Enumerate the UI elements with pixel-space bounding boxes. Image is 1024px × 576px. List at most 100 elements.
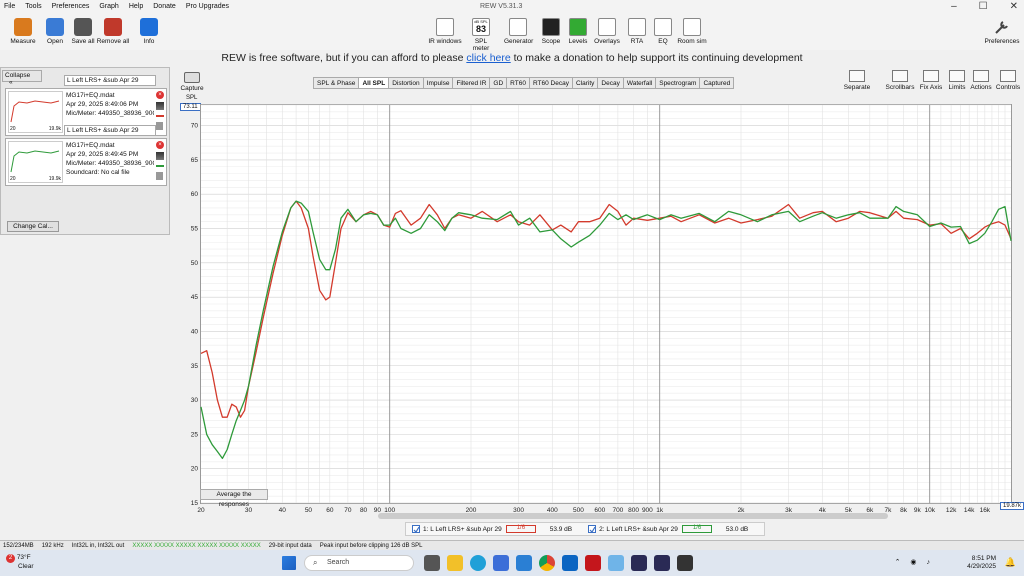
fix-axis-label: Fix Axis bbox=[919, 84, 943, 91]
rta-button[interactable]: RTA bbox=[626, 18, 648, 45]
measurement-file: MG17i+EQ.mdat bbox=[66, 92, 115, 99]
plot-area[interactable] bbox=[200, 104, 1012, 504]
measurement-thumbnail[interactable]: 20 19.9k bbox=[8, 91, 63, 133]
legend-checkbox[interactable] bbox=[588, 525, 597, 533]
measurement-name-field[interactable]: L Left LRS+ &sub Apr 29 bbox=[64, 125, 156, 136]
outlook-icon[interactable] bbox=[562, 555, 578, 571]
donate-link[interactable]: click here bbox=[466, 52, 510, 64]
store-icon[interactable] bbox=[493, 555, 509, 571]
info-button[interactable]: Info bbox=[132, 18, 166, 45]
scrollbars-button[interactable]: Scrollbars bbox=[884, 70, 916, 91]
remove-measurement-icon[interactable]: × bbox=[156, 91, 164, 99]
legend-checkbox[interactable] bbox=[412, 525, 420, 533]
close-icon[interactable]: ✕ bbox=[1010, 1, 1018, 12]
measurement-name-field[interactable]: L Left LRS+ &sub Apr 29 bbox=[64, 75, 156, 86]
system-tray[interactable]: ⌃ ◉ ♪ bbox=[895, 558, 934, 566]
save-all-button[interactable]: Save all bbox=[66, 18, 100, 45]
menu-preferences[interactable]: Preferences bbox=[52, 3, 90, 10]
photos-icon[interactable] bbox=[608, 555, 624, 571]
tab-distortion[interactable]: Distortion bbox=[388, 77, 424, 89]
tab-all-spl[interactable]: All SPL bbox=[358, 77, 390, 89]
notification-bell-icon[interactable]: 🔔 bbox=[1005, 557, 1016, 568]
tab-spl-phase[interactable]: SPL & Phase bbox=[313, 77, 360, 89]
menu-pro-upgrades[interactable]: Pro Upgrades bbox=[186, 3, 229, 10]
eq-button[interactable]: EQ bbox=[654, 18, 672, 45]
weather-widget[interactable]: 2 73°F Clear bbox=[6, 554, 34, 571]
measure-button[interactable]: Measure bbox=[6, 18, 40, 45]
tab-gd[interactable]: GD bbox=[489, 77, 508, 89]
tab-rt60[interactable]: RT60 bbox=[506, 77, 530, 89]
measurement-notes-icon[interactable] bbox=[156, 172, 163, 180]
rew-taskbar-icon[interactable] bbox=[677, 555, 693, 571]
tab-rt60-decay[interactable]: RT60 Decay bbox=[528, 77, 573, 89]
y-top-readout[interactable]: 73.11 bbox=[180, 103, 201, 111]
limits-button[interactable]: Limits bbox=[946, 70, 968, 91]
maximize-icon[interactable]: ☐ bbox=[979, 1, 988, 12]
tab-spectrogram[interactable]: Spectrogram bbox=[655, 77, 701, 89]
task-view-icon[interactable] bbox=[424, 555, 440, 571]
capture-button[interactable]: Capture bbox=[180, 72, 204, 92]
measurement-thumbnail[interactable]: 20 19.9k bbox=[8, 141, 63, 183]
tab-captured[interactable]: Captured bbox=[699, 77, 735, 89]
adobe-icon[interactable] bbox=[585, 555, 601, 571]
measurement-color-icon[interactable] bbox=[156, 115, 164, 117]
legend-smoothing: 1/6 bbox=[692, 525, 702, 531]
edge-icon[interactable] bbox=[470, 555, 486, 571]
menu-file[interactable]: File bbox=[4, 3, 15, 10]
minimize-icon[interactable]: – bbox=[951, 1, 957, 12]
tab-filtered-ir[interactable]: Filtered IR bbox=[452, 77, 491, 89]
measurement-actions: × bbox=[156, 91, 164, 130]
tab-clarity[interactable]: Clarity bbox=[571, 77, 599, 89]
y-tick-label: 55 bbox=[191, 226, 199, 233]
ai-app-icon[interactable] bbox=[631, 555, 647, 571]
menu-bar: File Tools Preferences Graph Help Donate Pro U… bbox=[4, 3, 229, 10]
levels-button[interactable]: Levels bbox=[568, 18, 588, 45]
controls-button[interactable]: Controls bbox=[994, 70, 1022, 91]
menu-donate[interactable]: Donate bbox=[153, 3, 176, 10]
legend-item[interactable]: 2: L Left LRS+ &sub Apr 29 1/6 53.0 dB bbox=[582, 525, 758, 533]
tab-impulse[interactable]: Impulse bbox=[422, 77, 454, 89]
overlays-button[interactable]: Overlays bbox=[594, 18, 620, 45]
x-right-readout[interactable]: 19.87k bbox=[1000, 502, 1024, 510]
spl-meter-button[interactable]: dB SPL 83 SPL meter bbox=[466, 18, 496, 52]
collapse-button[interactable]: Collapse « bbox=[2, 70, 42, 86]
mail-icon[interactable] bbox=[516, 555, 532, 571]
tab-waterfall[interactable]: Waterfall bbox=[622, 77, 657, 89]
taskbar-search[interactable]: ⌕ Search bbox=[304, 555, 414, 571]
measurement-card[interactable]: L Left LRS+ &sub Apr 29 20 19.9k MG17i+EQ.m… bbox=[5, 125, 167, 186]
preferences-label: Preferences bbox=[984, 38, 1020, 45]
legend-item[interactable]: 1: L Left LRS+ &sub Apr 29 1/6 53.9 dB bbox=[406, 525, 582, 533]
ai-app-2-icon[interactable] bbox=[654, 555, 670, 571]
generator-button[interactable]: Generator bbox=[504, 18, 533, 45]
scope-button[interactable]: Scope bbox=[540, 18, 562, 45]
actions-button[interactable]: Actions bbox=[968, 70, 994, 91]
average-responses-button[interactable]: Average the responses bbox=[200, 489, 268, 508]
menu-tools[interactable]: Tools bbox=[25, 3, 41, 10]
measurement-notes-icon[interactable] bbox=[156, 122, 163, 130]
separate-button[interactable]: Separate bbox=[842, 70, 872, 91]
windows-start-icon[interactable] bbox=[282, 556, 296, 570]
tab-decay[interactable]: Decay bbox=[597, 77, 624, 89]
measurement-date: Apr 29, 2025 8:49:45 PM bbox=[66, 151, 139, 158]
menu-help[interactable]: Help bbox=[129, 3, 143, 10]
remove-measurement-icon[interactable]: × bbox=[156, 141, 164, 149]
measurement-graph-icon[interactable] bbox=[156, 102, 164, 110]
save-label: Save all bbox=[71, 38, 95, 45]
legend-swatch[interactable]: 1/6 bbox=[681, 525, 712, 533]
ir-windows-button[interactable]: IR windows bbox=[428, 18, 462, 45]
measurement-graph-icon[interactable] bbox=[156, 152, 164, 160]
chrome-icon[interactable] bbox=[539, 555, 555, 571]
measurement-color-icon[interactable] bbox=[156, 165, 164, 167]
preferences-button[interactable]: Preferences bbox=[984, 18, 1020, 45]
microphone-label: Measure bbox=[10, 38, 36, 45]
change-cal-button[interactable]: Change Cal... bbox=[7, 221, 59, 232]
room-sim-button[interactable]: Room sim bbox=[676, 18, 708, 45]
remove-all-button[interactable]: Remove all bbox=[96, 18, 130, 45]
search-label: Search bbox=[327, 559, 350, 566]
legend-swatch[interactable]: 1/6 bbox=[505, 525, 536, 533]
horizontal-scrollbar[interactable] bbox=[378, 513, 888, 519]
fix-axis-button[interactable]: Fix Axis bbox=[916, 70, 946, 91]
clock[interactable]: 8:51 PM 4/29/2025 bbox=[967, 555, 996, 571]
menu-graph[interactable]: Graph bbox=[99, 3, 118, 10]
file-explorer-icon[interactable] bbox=[447, 555, 463, 571]
